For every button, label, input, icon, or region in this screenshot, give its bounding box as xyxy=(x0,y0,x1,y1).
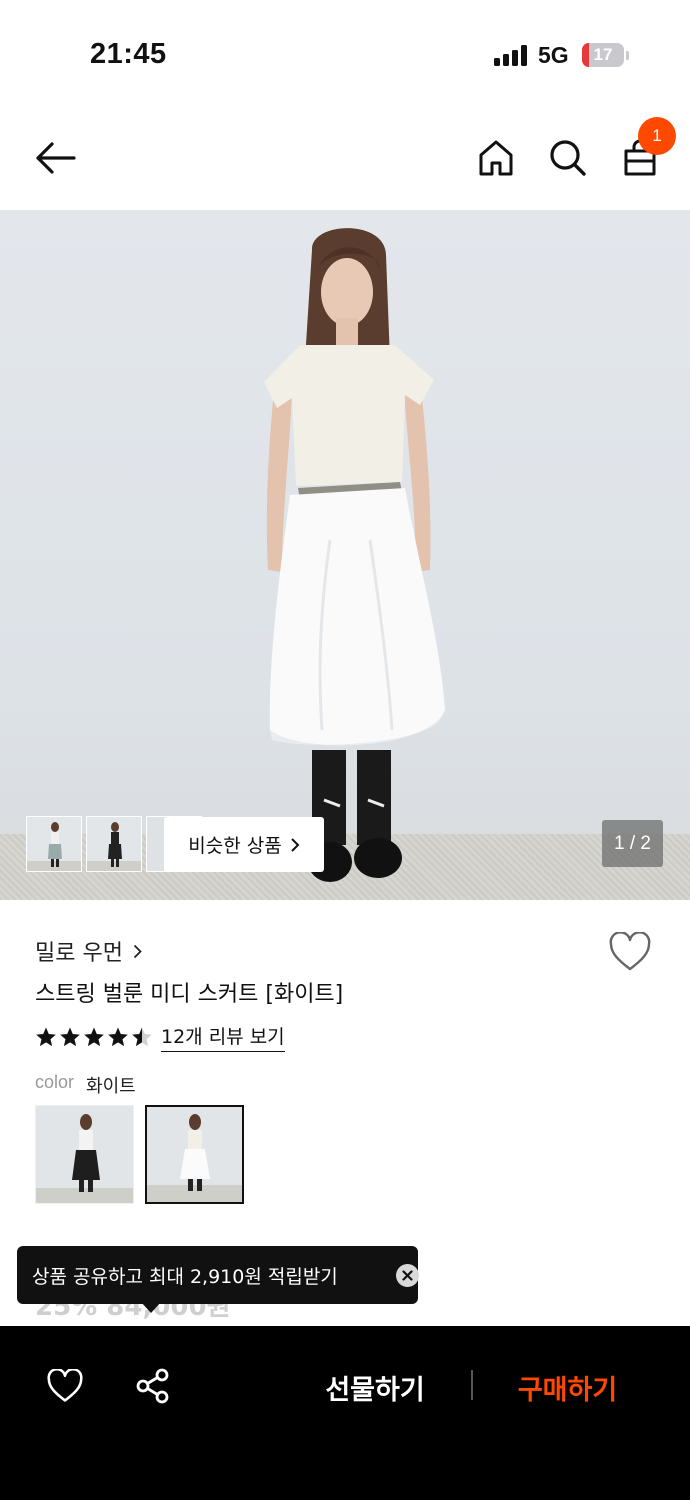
color-label: color xyxy=(35,1072,75,1092)
home-button[interactable] xyxy=(469,131,523,185)
star-icon xyxy=(108,1027,128,1047)
tooltip-arrow xyxy=(141,1302,161,1313)
back-button[interactable] xyxy=(28,131,82,185)
color-option-black[interactable] xyxy=(35,1105,134,1204)
chevron-right-icon xyxy=(133,944,142,958)
close-icon xyxy=(402,1270,413,1281)
search-button[interactable] xyxy=(541,131,595,185)
divider xyxy=(471,1370,473,1400)
tooltip-text: 상품 공유하고 최대 2,910원 적립받기 xyxy=(32,1265,338,1288)
arrow-left-icon xyxy=(36,142,76,174)
gift-button[interactable]: 선물하기 xyxy=(300,1362,450,1412)
wishlist-button[interactable] xyxy=(608,931,656,976)
rating-row: 12개 리뷰 보기 xyxy=(35,1022,285,1052)
tooltip-close-button[interactable] xyxy=(396,1264,419,1287)
image-page-indicator: 1 / 2 xyxy=(602,820,663,867)
battery-icon: 17 xyxy=(582,43,624,67)
color-value: 화이트 xyxy=(86,1076,136,1097)
status-bar: 21:45 5G 17 xyxy=(0,0,690,110)
color-row: color 화이트 xyxy=(35,1072,136,1098)
network-label: 5G xyxy=(538,42,569,68)
brand-name: 밀로 우먼 xyxy=(35,941,123,966)
cart-count-badge: 1 xyxy=(638,117,676,155)
star-icon xyxy=(132,1027,152,1047)
star-icon xyxy=(60,1027,80,1047)
buy-button[interactable]: 구매하기 xyxy=(495,1362,640,1412)
star-icon xyxy=(84,1027,104,1047)
status-time: 21:45 xyxy=(90,38,167,70)
brand-link[interactable]: 밀로 우먼 xyxy=(35,935,142,967)
signal-icon xyxy=(494,44,530,66)
thumbnail-1[interactable] xyxy=(26,816,82,872)
share-icon xyxy=(136,1368,169,1404)
battery-level: 17 xyxy=(593,45,613,64)
bottom-action-bar: 선물하기 구매하기 xyxy=(0,1326,690,1500)
model-photo xyxy=(264,228,445,882)
product-image[interactable]: 비슷한 상품 1 / 2 xyxy=(0,210,690,900)
review-link[interactable]: 12개 리뷰 보기 xyxy=(161,1022,285,1052)
similar-products-label: 비슷한 상품 xyxy=(188,835,282,857)
color-option-white[interactable] xyxy=(145,1105,244,1204)
home-icon xyxy=(479,140,513,176)
search-icon xyxy=(550,140,586,176)
share-reward-tooltip: 상품 공유하고 최대 2,910원 적립받기 xyxy=(17,1246,419,1304)
thumbnail-2[interactable] xyxy=(86,816,142,872)
chevron-right-icon xyxy=(291,837,300,852)
heart-icon xyxy=(47,1369,83,1402)
bottom-wishlist-button[interactable] xyxy=(43,1364,87,1408)
top-nav xyxy=(0,110,690,210)
star-icon xyxy=(36,1027,56,1047)
heart-icon xyxy=(609,931,651,971)
share-button[interactable] xyxy=(131,1364,175,1408)
rating-stars xyxy=(35,1026,153,1048)
product-name: 스트링 벌룬 미디 스커트 [화이트] xyxy=(35,982,344,1007)
similar-products-button[interactable]: 비슷한 상품 xyxy=(164,817,324,872)
